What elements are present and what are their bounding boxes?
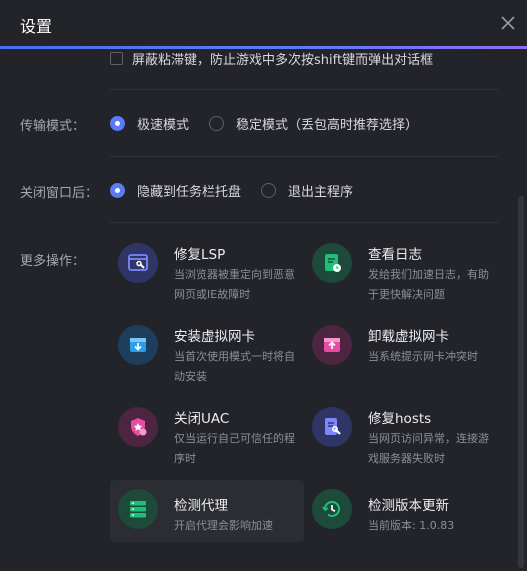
op-card-view-log[interactable]: 查看日志 发给我们加速日志，有助于更快解决问题 xyxy=(304,239,498,301)
transfer-mode-group: 极速模式 稳定模式（丢包高时推荐选择） xyxy=(110,113,434,133)
radio-hide-to-tray-label: 隐藏到任务栏托盘 xyxy=(137,184,242,200)
browser-repair-icon xyxy=(118,243,158,283)
op-desc: 当浏览器被重定向到恶意网页或IE故障时 xyxy=(174,268,295,301)
op-title: 修复LSP xyxy=(174,247,226,263)
op-card-uninstall-card[interactable]: 卸载虚拟网卡 当系统提示网卡冲突时 xyxy=(304,321,498,383)
op-title: 关闭UAC xyxy=(174,411,230,427)
op-card-check-update[interactable]: 检测版本更新 当前版本: 1.0.83 xyxy=(304,480,498,542)
more-ops-label: 更多操作： xyxy=(20,254,86,269)
op-card-repair-lsp[interactable]: 修复LSP 当浏览器被重定向到恶意网页或IE故障时 xyxy=(110,239,304,301)
radio-fast-mode-circle[interactable] xyxy=(110,115,125,131)
radio-fast-mode[interactable]: 极速模式 xyxy=(110,114,189,133)
op-card-repair-hosts[interactable]: 修复hosts 当网页访问异常，连接游戏服务器失败时 xyxy=(304,403,498,465)
close-window-label: 关闭窗口后： xyxy=(20,186,99,201)
op-card-check-proxy[interactable]: 检测代理 开启代理会影响加速 xyxy=(110,480,304,542)
op-desc: 开启代理会影响加速 xyxy=(174,519,273,532)
op-title: 检测代理 xyxy=(174,498,228,514)
op-desc: 当系统提示网卡冲突时 xyxy=(368,350,478,363)
install-card-icon xyxy=(118,325,158,365)
op-desc: 当网页访问异常，连接游戏服务器失败时 xyxy=(368,432,489,465)
radio-hide-to-tray[interactable]: 隐藏到任务栏托盘 xyxy=(110,181,241,200)
proxy-server-icon xyxy=(118,489,158,529)
radio-exit-program-label: 退出主程序 xyxy=(288,184,354,200)
log-icon xyxy=(312,243,352,283)
radio-stable-mode-circle[interactable] xyxy=(209,115,225,131)
radio-stable-mode-label: 稳定模式（丢包高时推荐选择） xyxy=(236,117,419,133)
divider xyxy=(110,156,498,157)
radio-fast-mode-label: 极速模式 xyxy=(137,117,190,133)
hosts-repair-icon xyxy=(312,407,352,447)
op-desc: 仅当运行自己可信任的程序时 xyxy=(174,432,295,465)
op-card-close-uac[interactable]: 关闭UAC 仅当运行自己可信任的程序时 xyxy=(110,403,304,465)
radio-hide-to-tray-circle[interactable] xyxy=(110,182,125,198)
op-card-install-card[interactable]: 安装虚拟网卡 当首次使用模式一时将自动安装 xyxy=(110,321,304,383)
transfer-mode-label: 传输模式： xyxy=(20,119,86,134)
close-window-group: 隐藏到任务栏托盘 退出主程序 xyxy=(110,180,369,200)
op-title: 检测版本更新 xyxy=(368,498,449,514)
shield-icon xyxy=(118,407,158,447)
title-bar: 设置 xyxy=(0,0,527,46)
op-title: 查看日志 xyxy=(368,247,422,263)
settings-content: 屏蔽粘滞键，防止游戏中多次按shift键而弹出对话框 传输模式： 极速模式 稳定… xyxy=(0,49,515,571)
divider xyxy=(110,222,498,223)
op-title: 安装虚拟网卡 xyxy=(174,329,255,345)
op-desc: 当前版本: 1.0.83 xyxy=(368,519,455,532)
divider xyxy=(110,89,498,90)
uninstall-card-icon xyxy=(312,325,352,365)
sticky-keys-checkbox[interactable] xyxy=(110,51,123,65)
radio-stable-mode[interactable]: 稳定模式（丢包高时推荐选择） xyxy=(209,114,418,133)
scrollbar-thumb[interactable] xyxy=(518,196,524,568)
radio-exit-program-circle[interactable] xyxy=(261,182,277,198)
op-desc: 发给我们加速日志，有助于更快解决问题 xyxy=(368,268,489,301)
radio-exit-program[interactable]: 退出主程序 xyxy=(261,181,353,200)
sticky-keys-label: 屏蔽粘滞键，防止游戏中多次按shift键而弹出对话框 xyxy=(132,52,434,68)
close-icon[interactable] xyxy=(499,14,517,32)
update-icon xyxy=(312,489,352,529)
op-title: 卸载虚拟网卡 xyxy=(368,329,449,345)
sticky-keys-option[interactable]: 屏蔽粘滞键，防止游戏中多次按shift键而弹出对话框 xyxy=(110,49,434,68)
op-desc: 当首次使用模式一时将自动安装 xyxy=(174,350,295,383)
window-title: 设置 xyxy=(20,17,53,36)
op-title: 修复hosts xyxy=(368,411,432,427)
